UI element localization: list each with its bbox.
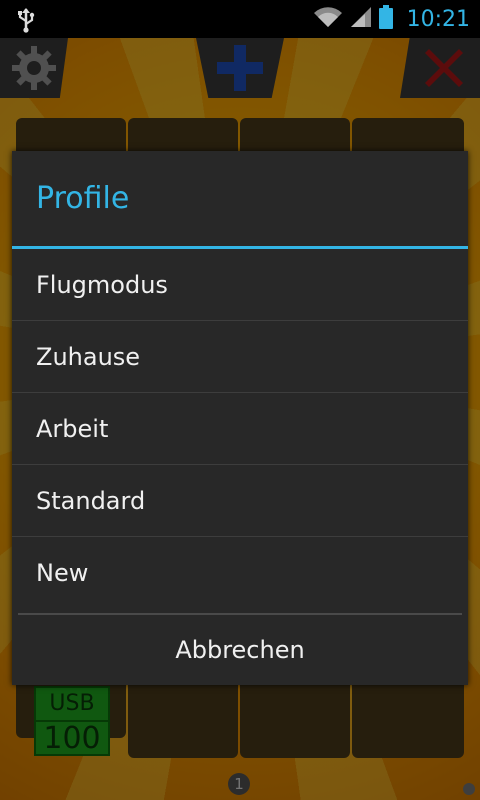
profile-dialog: Profile Flugmodus Zuhause Arbeit Standar…: [12, 151, 468, 685]
status-bar: 10:21: [0, 0, 480, 38]
cancel-button[interactable]: Abbrechen: [12, 615, 468, 685]
list-item-arbeit[interactable]: Arbeit: [12, 393, 468, 465]
list-item-zuhause[interactable]: Zuhause: [12, 321, 468, 393]
list-item-new[interactable]: New: [12, 537, 468, 609]
usb-icon: [16, 7, 36, 37]
list-item-flugmodus[interactable]: Flugmodus: [12, 249, 468, 321]
profile-list: Flugmodus Zuhause Arbeit Standard New: [12, 249, 468, 609]
dialog-title: Profile: [36, 181, 130, 216]
wifi-icon: [313, 6, 343, 32]
clock: 10:21: [406, 6, 470, 32]
list-item-standard[interactable]: Standard: [12, 465, 468, 537]
signal-icon: [349, 6, 373, 32]
battery-icon: [378, 5, 393, 33]
